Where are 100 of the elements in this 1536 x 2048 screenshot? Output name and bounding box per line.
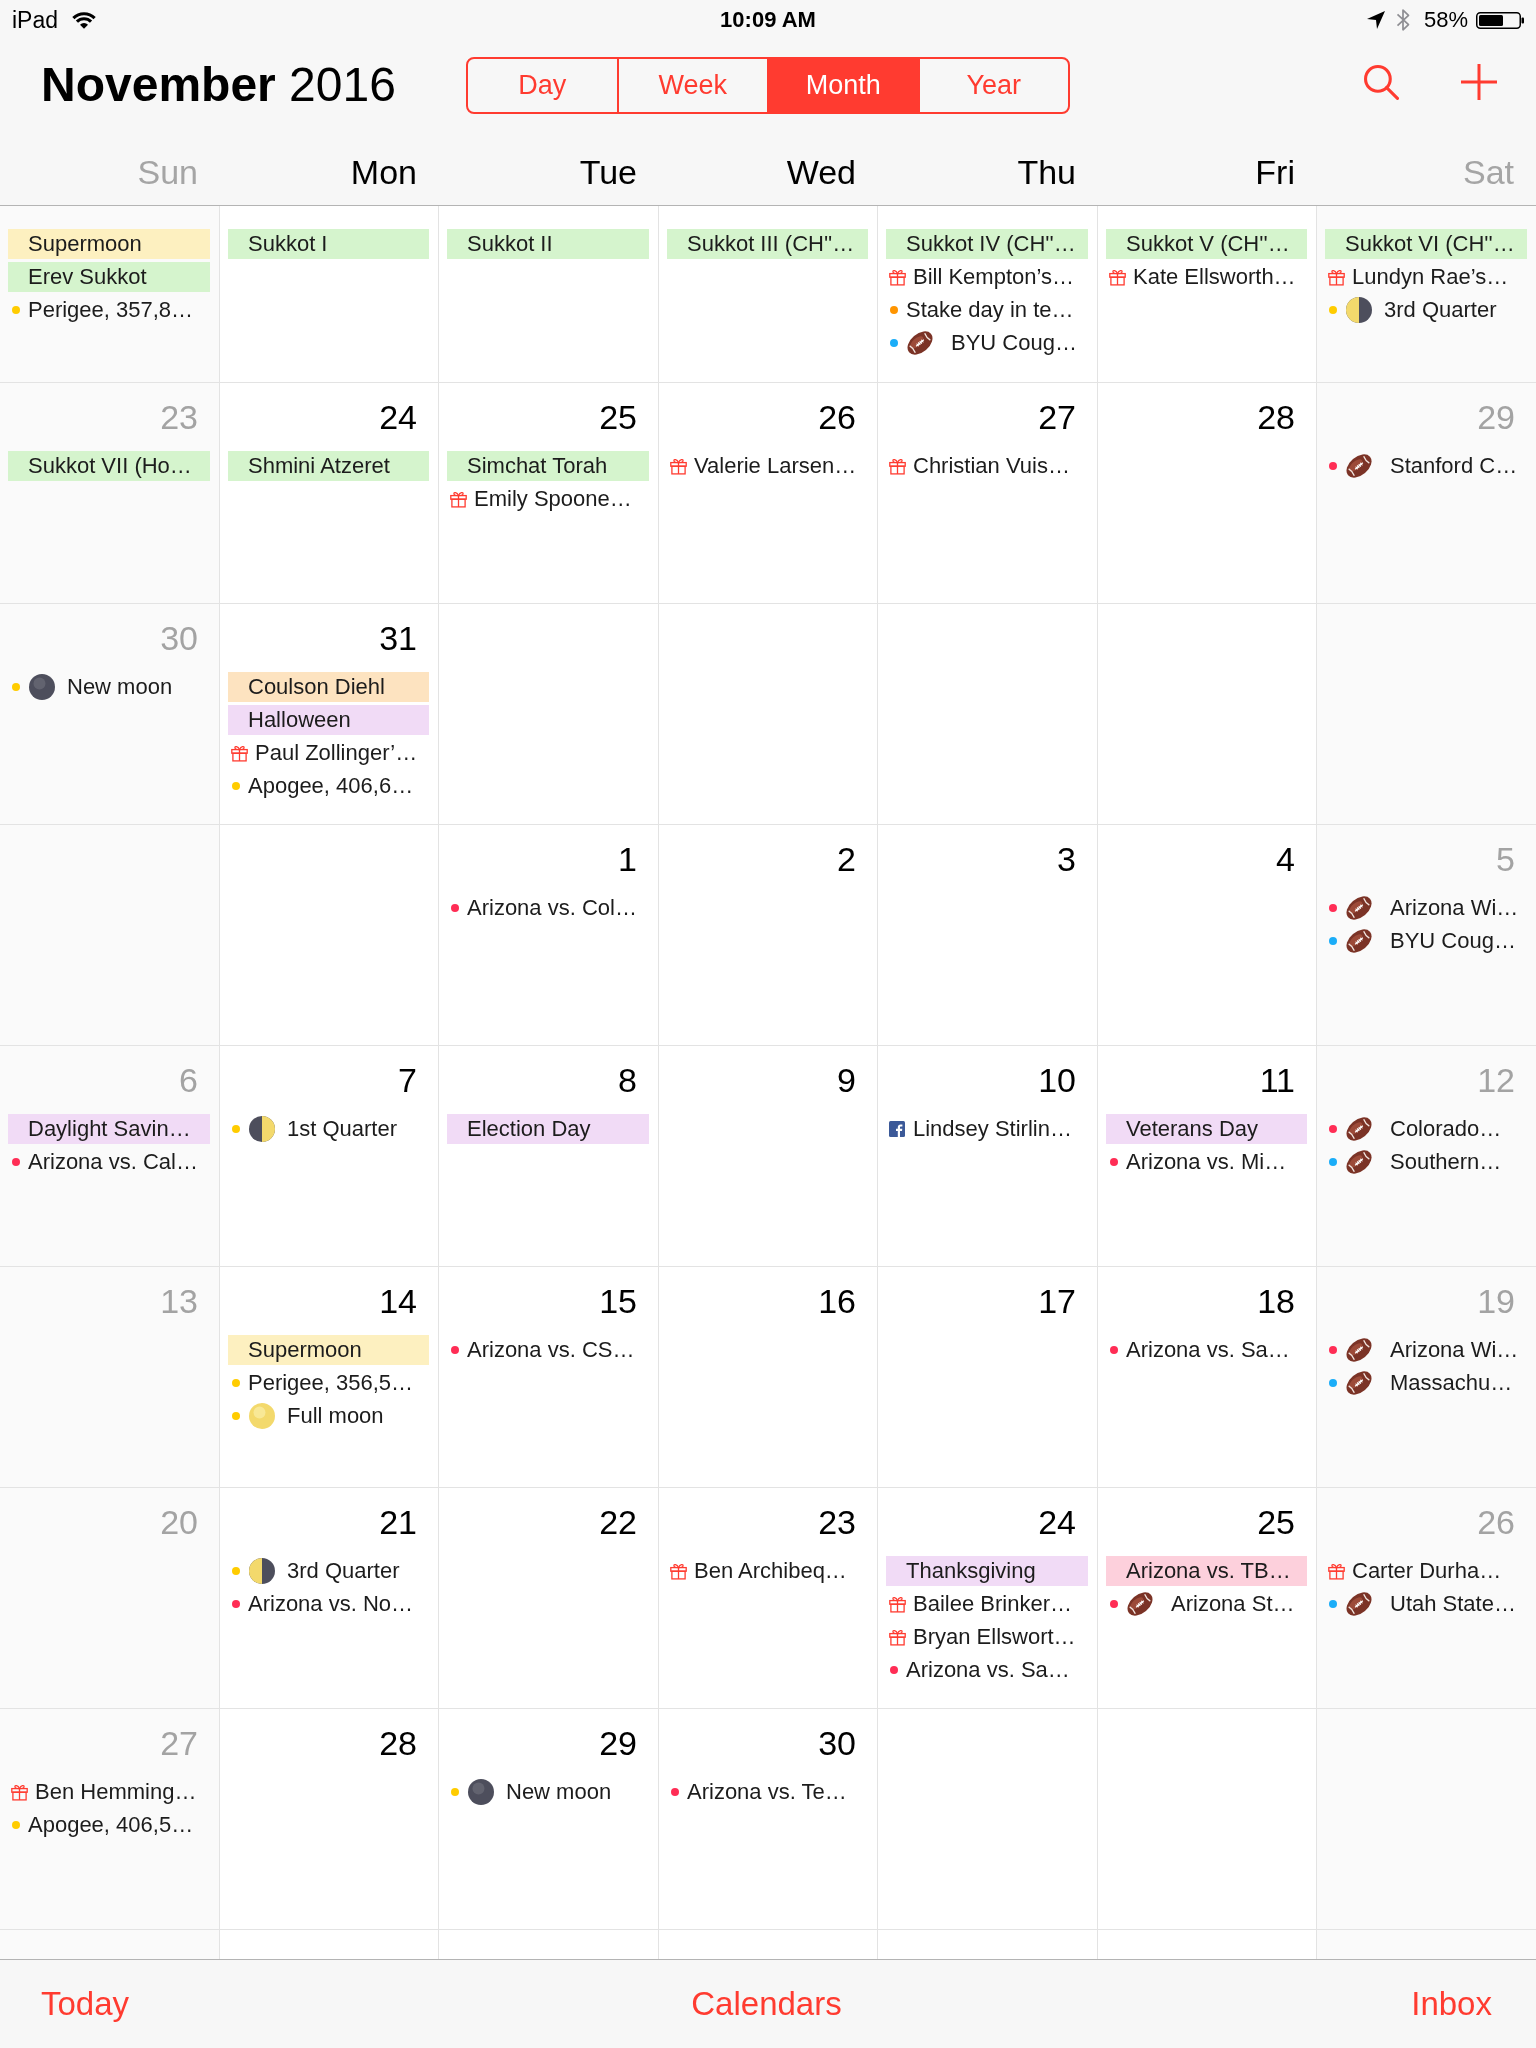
all-day-event[interactable]: Sukkot II <box>447 229 649 259</box>
add-icon[interactable] <box>1461 64 1497 100</box>
day-cell[interactable]: 12 Colorado… Southern… <box>1317 1046 1536 1266</box>
search-icon[interactable] <box>1364 64 1399 100</box>
calendar-event[interactable]: New moon <box>451 1777 612 1807</box>
football-icon <box>1127 1592 1153 1616</box>
birthday-event[interactable]: Christian Vuis… <box>889 451 1070 481</box>
calendar-event[interactable]: Arizona vs. Col… <box>451 893 637 923</box>
date-number: 25 <box>1257 1502 1295 1542</box>
calendar-event[interactable]: 3rd Quarter <box>232 1556 400 1586</box>
calendar-event[interactable]: Arizona St… <box>1110 1589 1295 1619</box>
day-cell[interactable]: 19 Arizona Wi… Massachu… <box>1317 1267 1536 1487</box>
all-day-event[interactable]: Daylight Savin… <box>8 1114 210 1144</box>
view-switcher[interactable]: Day Week Month Year <box>466 56 1070 114</box>
birthday-event[interactable]: Bryan Ellswort… <box>889 1622 1076 1652</box>
day-cell[interactable]: 5 Arizona Wi… BYU Coug… <box>1317 825 1536 1045</box>
calendar-event[interactable]: Perigee, 356,5… <box>232 1368 414 1398</box>
calendar-event[interactable]: 1st Quarter <box>232 1114 398 1144</box>
day-cell[interactable]: 6 Daylight Savin… Arizona vs. Cal… <box>0 1046 220 1266</box>
calendar-event[interactable]: Arizona vs. Cal… <box>12 1147 198 1177</box>
birthday-event[interactable]: Ben Archibeq… <box>670 1556 847 1586</box>
birthday-event[interactable]: Kate Ellsworth… <box>1109 262 1296 292</box>
date-number: 5 <box>1496 839 1515 879</box>
all-day-event[interactable]: Sukkot III (CH''… <box>667 229 868 259</box>
birthday-event[interactable]: Bill Kempton’s… <box>889 262 1074 292</box>
day-cell[interactable] <box>0 825 220 1045</box>
calendar-event[interactable]: Massachu… <box>1329 1368 1513 1398</box>
date-number: 27 <box>160 1723 198 1763</box>
all-day-event[interactable]: Sukkot IV (CH''… <box>886 229 1088 259</box>
calendar-event[interactable]: Arizona vs. Te… <box>671 1777 847 1807</box>
all-day-event[interactable]: Supermoon <box>8 229 210 259</box>
calendar-event[interactable]: Arizona vs. Mi… <box>1110 1147 1287 1177</box>
day-cell[interactable] <box>1317 604 1536 824</box>
day-cell[interactable]: 26 Carter Durha… Utah State… <box>1317 1488 1536 1708</box>
all-day-event[interactable]: Sukkot VI (CH''… <box>1325 229 1527 259</box>
calendar-event[interactable]: Apogee, 406,5… <box>12 1810 194 1840</box>
all-day-event[interactable]: Shmini Atzeret <box>228 451 429 481</box>
calendar-event[interactable]: Colorado… <box>1329 1114 1502 1144</box>
day-cell[interactable]: Supermoon Erev Sukkot Perigee, 357,8… <box>0 206 220 382</box>
birthday-event[interactable]: Paul Zollinger’… <box>231 738 418 768</box>
all-day-event[interactable]: Supermoon <box>228 1335 429 1365</box>
day-cell[interactable] <box>1317 1709 1536 1929</box>
all-day-event[interactable]: Sukkot V (CH''… <box>1106 229 1307 259</box>
calendar-event[interactable]: 3rd Quarter <box>1329 295 1497 325</box>
birthday-event[interactable]: Valerie Larsen… <box>670 451 857 481</box>
half-moon-icon <box>1346 297 1372 323</box>
birthday-event[interactable]: Bailee Brinker… <box>889 1589 1072 1619</box>
all-day-event[interactable]: Thanksgiving <box>886 1556 1088 1586</box>
all-day-event[interactable]: Erev Sukkot <box>8 262 210 292</box>
all-day-event[interactable]: Arizona vs. TB… <box>1106 1556 1307 1586</box>
view-tab[interactable]: Month <box>767 58 918 112</box>
birthday-event[interactable]: Emily Spoone… <box>450 484 632 514</box>
calendar-event[interactable]: BYU Coug… <box>890 328 1077 358</box>
birthday-event[interactable]: Ben Hemming… <box>11 1777 197 1807</box>
date-number: 21 <box>379 1502 417 1542</box>
day-cell[interactable]: 29 Stanford C… <box>1317 383 1536 603</box>
day-cell[interactable]: 23 Sukkot VII (Ho… <box>0 383 220 603</box>
date-number: 1 <box>618 839 637 879</box>
date-number: 6 <box>179 1060 198 1100</box>
all-day-event[interactable]: Simchat Torah <box>447 451 649 481</box>
calendar-event[interactable]: Arizona vs. Sa… <box>890 1655 1070 1685</box>
battery-icon <box>1476 11 1524 29</box>
calendar-event[interactable]: Utah State… <box>1329 1589 1516 1619</box>
all-day-event[interactable]: Sukkot I <box>228 229 429 259</box>
gift-icon <box>231 744 248 762</box>
date-number: 16 <box>818 1281 856 1321</box>
birthday-event[interactable]: Lundyn Rae’s… <box>1328 262 1509 292</box>
calendar-event[interactable]: Southern… <box>1329 1147 1502 1177</box>
gift-icon <box>889 457 906 475</box>
all-day-event[interactable]: Veterans Day <box>1106 1114 1307 1144</box>
weekday-label: Tue <box>579 152 637 192</box>
calendar-event[interactable]: Full moon <box>232 1401 384 1431</box>
calendar-event[interactable]: New moon <box>12 672 173 702</box>
calendar-event[interactable]: BYU Coug… <box>1329 926 1516 956</box>
date-number: 26 <box>818 397 856 437</box>
football-icon <box>1346 896 1372 920</box>
all-day-event[interactable]: Halloween <box>228 705 429 735</box>
gift-icon <box>889 1595 906 1613</box>
calendar-event[interactable]: Arizona vs. CS… <box>451 1335 635 1365</box>
calendar-event[interactable]: Perigee, 357,8… <box>12 295 194 325</box>
calendar-event[interactable]: Arizona Wi… <box>1329 893 1519 923</box>
day-cell[interactable]: Sukkot VI (CH''… Lundyn Rae’s… 3rd Quarter <box>1317 206 1536 382</box>
all-day-event[interactable]: Election Day <box>447 1114 649 1144</box>
day-cell[interactable]: 27 Ben Hemming… Apogee, 406,5… <box>0 1709 220 1929</box>
calendar-event[interactable]: Lindsey Stirlin… <box>889 1114 1072 1144</box>
calendar-event[interactable]: Stanford C… <box>1329 451 1518 481</box>
day-cell[interactable] <box>0 1930 220 1959</box>
calendar-event[interactable]: Arizona vs. No… <box>232 1589 414 1619</box>
all-day-event[interactable]: Sukkot VII (Ho… <box>8 451 210 481</box>
all-day-event[interactable]: Coulson Diehl <box>228 672 429 702</box>
date-number: 8 <box>618 1060 637 1100</box>
football-icon <box>1346 1371 1372 1395</box>
birthday-event[interactable]: Carter Durha… <box>1328 1556 1502 1586</box>
calendar-event[interactable]: Apogee, 406,6… <box>232 771 414 801</box>
calendar-event[interactable]: Arizona Wi… <box>1329 1335 1519 1365</box>
date-number: 31 <box>379 618 417 658</box>
calendar-event[interactable]: Arizona vs. Sa… <box>1110 1335 1290 1365</box>
day-cell[interactable]: 30 New moon <box>0 604 220 824</box>
calendar-event[interactable]: Stake day in te… <box>890 295 1074 325</box>
day-cell[interactable] <box>1317 1930 1536 1959</box>
